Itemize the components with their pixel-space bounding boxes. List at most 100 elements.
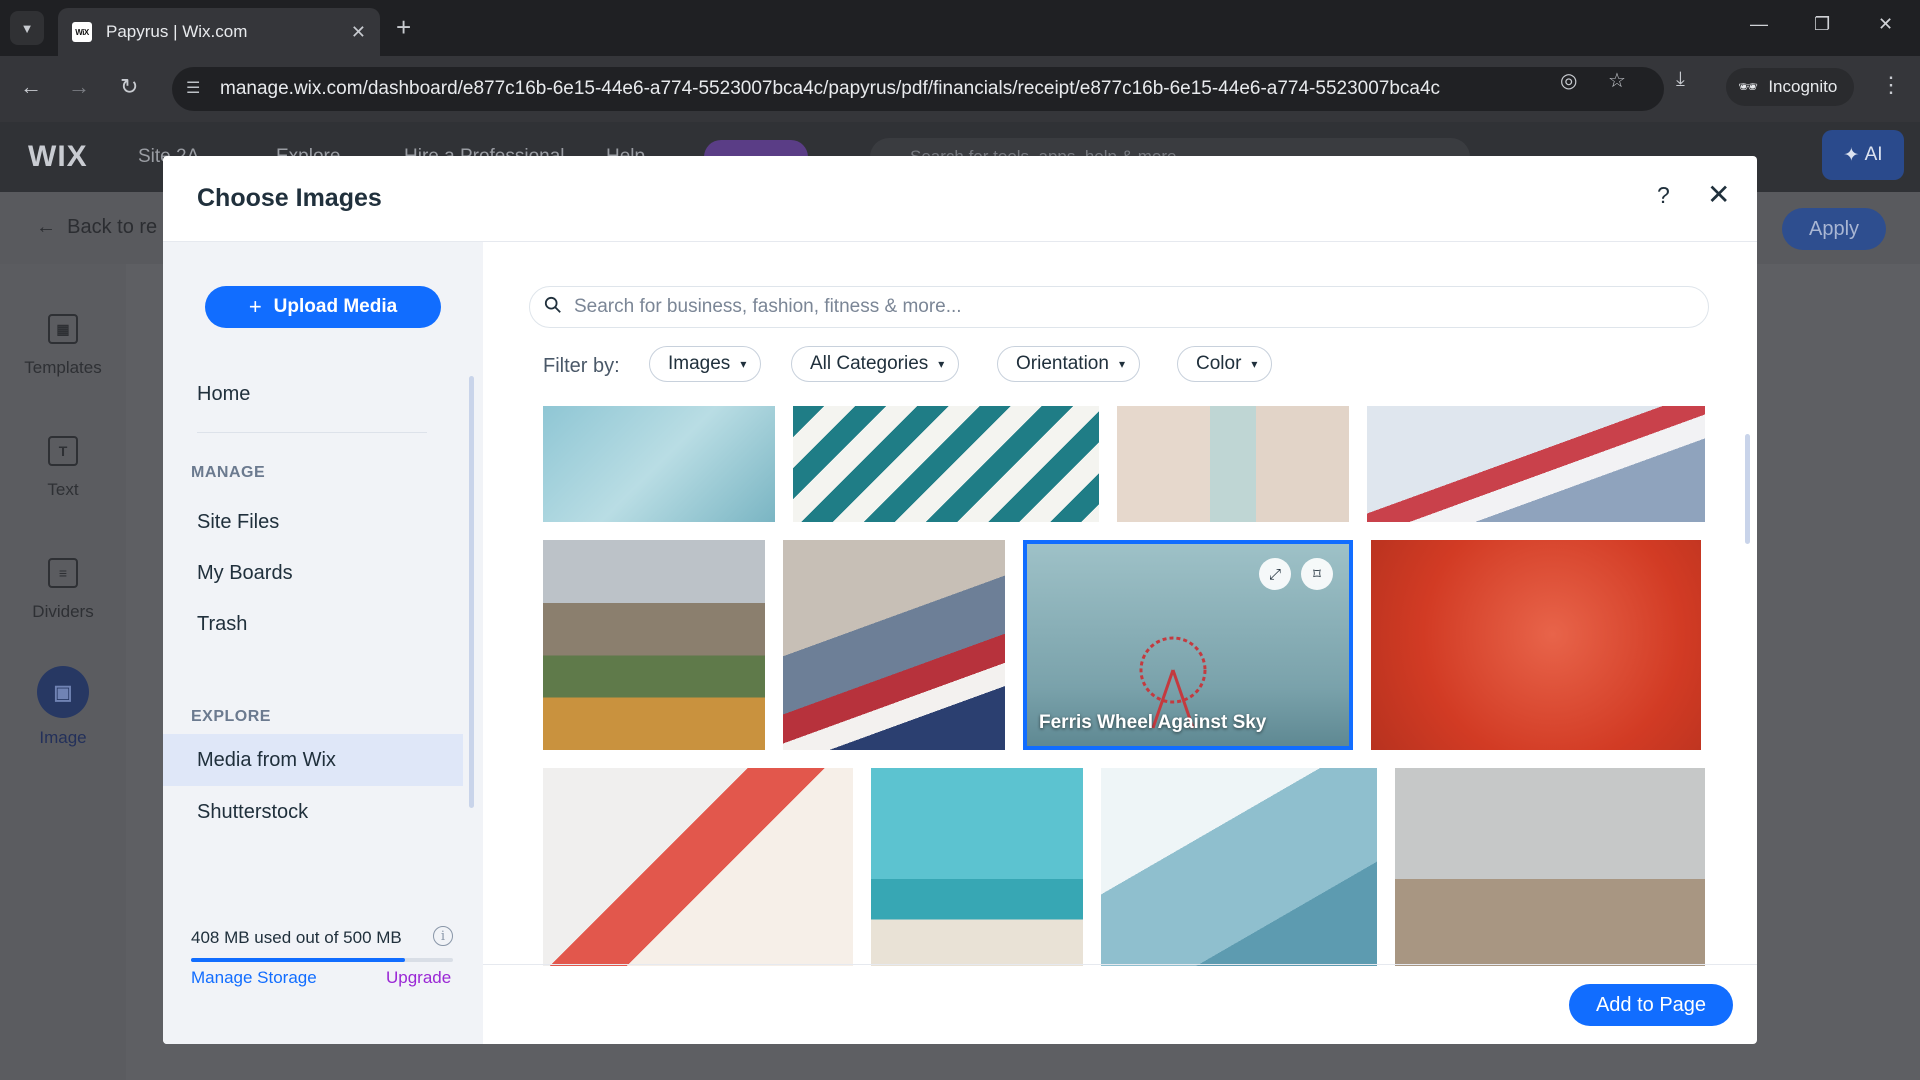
browser-tab[interactable]: WiX Papyrus | Wix.com ✕: [58, 8, 380, 56]
image-tile[interactable]: [1395, 768, 1705, 966]
tracking-eye-off-icon[interactable]: ◎: [1560, 68, 1577, 93]
address-bar[interactable]: ☰ manage.wix.com/dashboard/e877c16b-6e15…: [172, 67, 1664, 111]
reload-icon[interactable]: ↻: [120, 74, 138, 100]
incognito-badge[interactable]: 🕶 Incognito: [1726, 68, 1854, 106]
image-tile[interactable]: [1367, 406, 1705, 522]
sidebar-label: Dividers: [32, 602, 94, 621]
incognito-icon: 🕶: [1738, 79, 1759, 96]
sidebar-item-templates[interactable]: ▦ Templates: [0, 314, 126, 378]
info-icon[interactable]: i: [433, 926, 453, 946]
image-tile[interactable]: [1371, 540, 1701, 750]
filter-images-dropdown[interactable]: Images ▾: [649, 346, 762, 382]
image-tile[interactable]: [871, 768, 1083, 966]
image-tile-selected[interactable]: ⤢ ⌑ Ferris Wheel Against Sky: [1023, 540, 1353, 750]
back-link[interactable]: ← Back to re: [36, 216, 157, 239]
image-tile[interactable]: [1117, 406, 1349, 522]
nav-divider: [197, 432, 427, 433]
wix-favicon-icon: WiX: [72, 22, 92, 42]
bookmark-star-icon[interactable]: ☆: [1608, 68, 1626, 93]
gallery-scrollbar[interactable]: [1745, 434, 1750, 544]
download-icon[interactable]: ⤓: [1676, 68, 1685, 91]
filter-value: All Categories: [810, 353, 929, 374]
back-arrow-icon[interactable]: ←: [20, 74, 42, 100]
chevron-down-icon: ▾: [938, 357, 945, 371]
window-close-icon[interactable]: ✕: [1878, 14, 1893, 35]
tab-list-button[interactable]: ▼: [10, 11, 44, 45]
forward-arrow-icon[interactable]: →: [68, 74, 90, 100]
filter-value: Orientation: [1016, 353, 1109, 374]
bookmark-icon[interactable]: ⌑: [1301, 558, 1333, 590]
storage-progress-fill: [191, 958, 405, 962]
ai-button[interactable]: ✦ AI: [1822, 130, 1904, 180]
upgrade-link[interactable]: Upgrade: [386, 968, 451, 988]
nav-section-explore: EXPLORE: [191, 708, 271, 725]
browser-tabstrip: ▼ WiX Papyrus | Wix.com ✕ + — ❐ ✕: [0, 0, 1920, 56]
chevron-down-icon: ▾: [740, 357, 747, 371]
media-search-box: [529, 286, 1709, 328]
storage-usage-text: 408 MB used out of 500 MB: [191, 928, 402, 947]
plus-icon: +: [248, 294, 262, 319]
sidebar-scrollbar[interactable]: [469, 376, 474, 808]
filter-categories-dropdown[interactable]: All Categories ▾: [791, 346, 960, 382]
choose-images-modal: Choose Images ? ✕ + Upload Media Home MA…: [163, 156, 1757, 1044]
dividers-icon: ≡: [48, 558, 78, 588]
browser-toolbar: ← → ↻ ☰ manage.wix.com/dashboard/e877c16…: [0, 56, 1920, 122]
sidebar-label: Templates: [24, 358, 102, 377]
restore-icon[interactable]: ❐: [1814, 14, 1830, 35]
filter-value: Color: [1196, 353, 1242, 374]
filter-label: Filter by:: [543, 355, 620, 377]
sidebar-label: Image: [39, 728, 87, 747]
back-label: Back to re: [67, 216, 158, 238]
add-to-page-button[interactable]: Add to Page: [1569, 984, 1733, 1026]
sidebar-item-text[interactable]: T Text: [0, 436, 126, 500]
templates-icon: ▦: [48, 314, 78, 344]
text-icon: T: [48, 436, 78, 466]
wix-logo: WIX: [28, 140, 88, 173]
image-tile[interactable]: [543, 406, 775, 522]
upload-media-button[interactable]: + Upload Media: [205, 286, 441, 328]
ai-label: AI: [1864, 144, 1883, 165]
incognito-label: Incognito: [1768, 77, 1838, 96]
sidebar-item-dividers[interactable]: ≡ Dividers: [0, 558, 126, 622]
minimize-icon[interactable]: —: [1750, 14, 1768, 35]
storage-progress-bar: [191, 958, 453, 962]
nav-shutterstock[interactable]: Shutterstock: [163, 786, 463, 838]
nav-media-from-wix[interactable]: Media from Wix: [163, 734, 463, 786]
media-search-input[interactable]: [574, 296, 1674, 318]
manage-storage-link[interactable]: Manage Storage: [191, 968, 317, 988]
nav-trash[interactable]: Trash: [163, 598, 463, 650]
help-icon[interactable]: ?: [1657, 182, 1670, 209]
nav-home[interactable]: Home: [163, 368, 463, 420]
nav-site-files[interactable]: Site Files: [163, 496, 463, 548]
filter-orientation-dropdown[interactable]: Orientation ▾: [997, 346, 1140, 382]
image-tile[interactable]: [783, 540, 1005, 750]
browser-menu-icon[interactable]: ⋮: [1880, 72, 1902, 98]
close-icon[interactable]: ✕: [1707, 178, 1730, 211]
modal-title: Choose Images: [197, 184, 382, 212]
nav-section-manage: MANAGE: [191, 464, 266, 481]
image-gallery: ⤢ ⌑ Ferris Wheel Against Sky: [543, 406, 1713, 966]
modal-footer: [483, 964, 1757, 1044]
modal-header: Choose Images ? ✕: [163, 156, 1757, 242]
filter-color-dropdown[interactable]: Color ▾: [1177, 346, 1273, 382]
nav-my-boards[interactable]: My Boards: [163, 547, 463, 599]
image-tile[interactable]: [1101, 768, 1377, 966]
image-icon: ▣: [37, 666, 89, 718]
upload-label: Upload Media: [273, 296, 398, 317]
site-settings-icon[interactable]: ☰: [186, 78, 200, 98]
tile-actions: ⤢ ⌑: [1249, 558, 1333, 590]
new-tab-button[interactable]: +: [396, 12, 411, 42]
apply-button[interactable]: Apply: [1782, 208, 1886, 250]
image-tile[interactable]: [543, 768, 853, 966]
tab-close-icon[interactable]: ✕: [351, 22, 366, 43]
chevron-down-icon: ▾: [1118, 357, 1125, 371]
tab-title: Papyrus | Wix.com: [106, 22, 248, 41]
sidebar-item-image[interactable]: ▣ Image: [0, 666, 126, 748]
search-icon: [544, 296, 561, 313]
url-text: manage.wix.com/dashboard/e877c16b-6e15-4…: [220, 78, 1441, 99]
media-sidebar: + Upload Media Home MANAGE Site Files My…: [163, 242, 483, 1044]
image-tile[interactable]: [793, 406, 1099, 522]
sidebar-label: Text: [47, 480, 79, 499]
expand-icon[interactable]: ⤢: [1259, 558, 1291, 590]
image-tile[interactable]: [543, 540, 765, 750]
